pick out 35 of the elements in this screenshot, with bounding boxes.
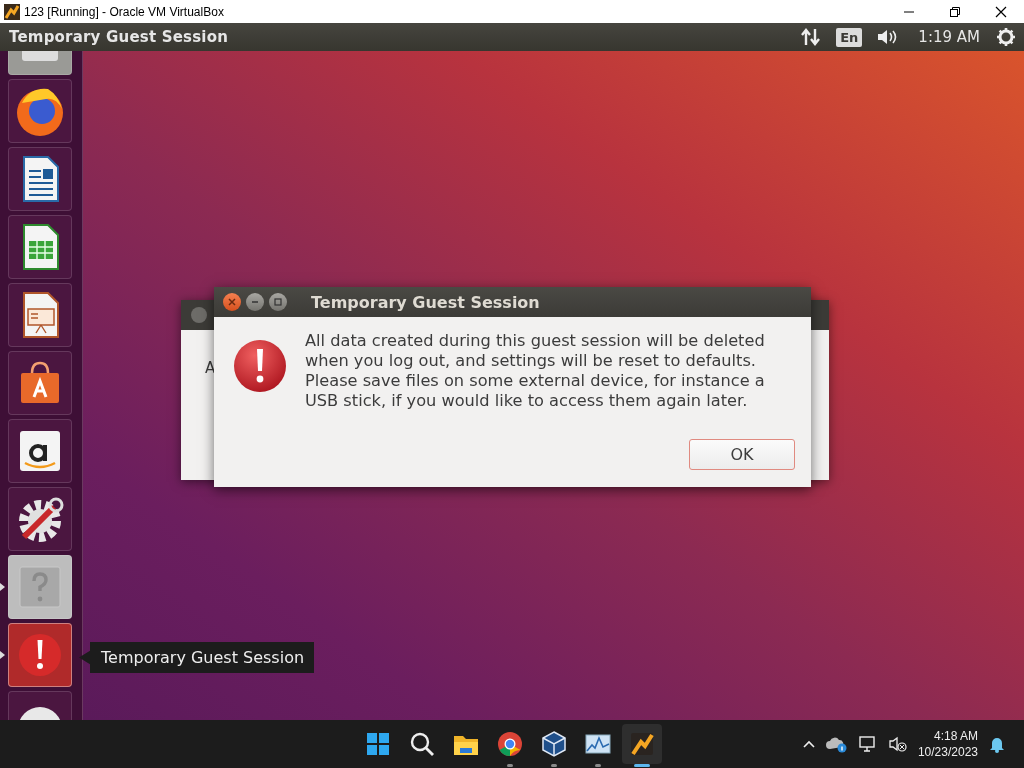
close-icon[interactable] [995,5,1007,18]
settings-icon[interactable] [996,27,1016,47]
maximize-button[interactable] [269,293,287,311]
warning-icon[interactable] [8,623,72,687]
dialog-message: All data created during this guest session will be deleted when you log out, and settings will be reset to defaults. Please save files on some external device, for instance a USB stick, if you would like to access them again later. [305,331,766,411]
restore-icon[interactable] [949,5,961,18]
minimize-button[interactable] [246,293,264,311]
presentation-icon[interactable] [8,283,72,347]
close-icon [227,297,237,307]
app-icon [4,3,20,20]
shopping-icon[interactable] [8,419,72,483]
vm-window-icon[interactable] [622,724,662,764]
maximize-icon [273,297,283,307]
network-icon[interactable] [800,27,823,47]
panel-title: Temporary Guest Session [9,28,229,46]
spreadsheet-icon[interactable] [8,215,72,279]
ok-button[interactable]: OK [689,439,795,470]
clock[interactable]: 1:19 AM [918,28,980,46]
document-icon[interactable] [8,147,72,211]
muted-speaker-icon[interactable] [887,735,908,753]
cloud-icon[interactable] [825,735,848,753]
gear-wrench-icon[interactable] [8,487,72,551]
window-title: 123 [Running] - Oracle VM VirtualBox [24,4,224,19]
clock-time[interactable]: 4:18 AM [933,728,978,744]
shopping-bag-icon[interactable] [8,351,72,415]
chevron-up-icon[interactable] [801,739,816,749]
network-icon[interactable] [857,735,878,753]
tooltip: Temporary Guest Session [79,642,315,673]
warning-icon [233,339,287,393]
clock-date[interactable]: 10/23/2023 [917,744,978,760]
dialog-title: Temporary Guest Session [311,292,540,312]
keyboard-layout[interactable]: En [836,27,863,47]
bell-icon[interactable] [988,735,1006,753]
close-button[interactable] [223,293,241,311]
dialog-text: A [205,359,216,377]
